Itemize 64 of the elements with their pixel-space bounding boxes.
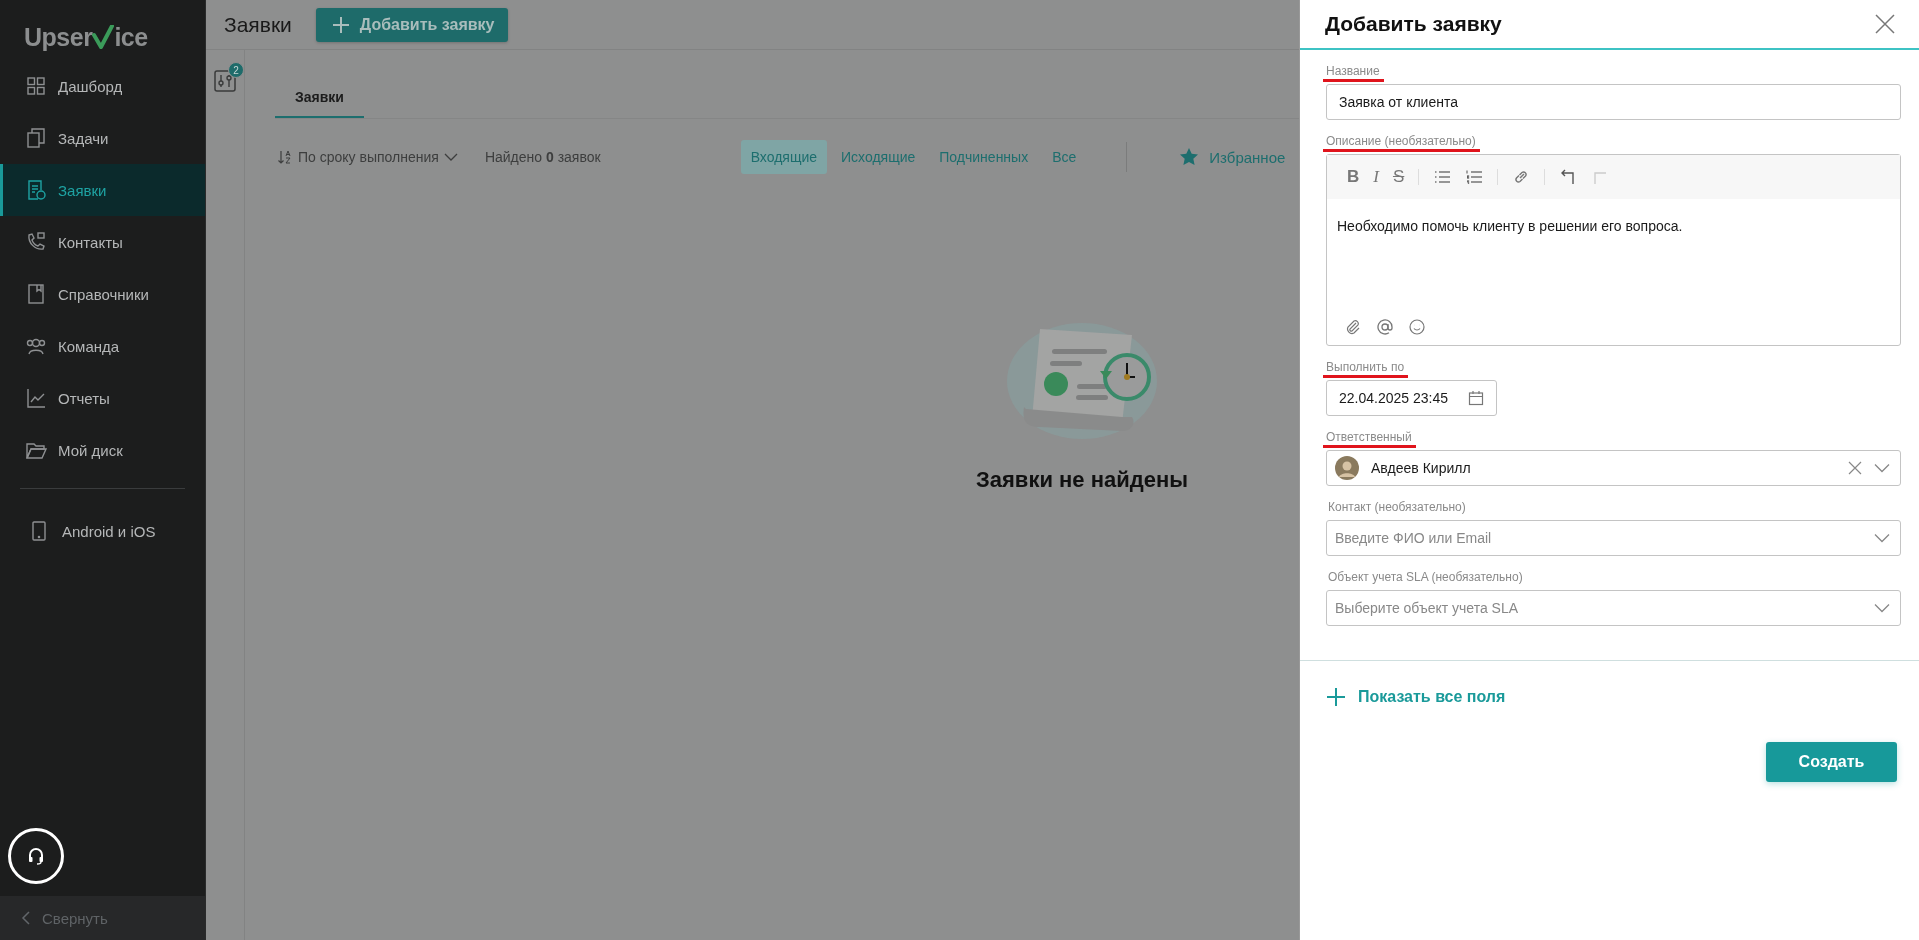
results-count: Найдено 0 заявок bbox=[484, 149, 601, 165]
plus-icon bbox=[1326, 687, 1346, 707]
date-field[interactable]: 22.04.2025 23:45 bbox=[1326, 380, 1497, 416]
headset-icon bbox=[26, 846, 46, 866]
show-all-fields-link[interactable]: Показать все поля bbox=[1326, 687, 1897, 707]
nav-item[interactable]: Дашборд bbox=[0, 60, 205, 112]
bullet-list-icon[interactable] bbox=[1433, 168, 1452, 186]
nav-item[interactable]: Команда bbox=[0, 320, 205, 372]
nav-item[interactable]: Задачи bbox=[0, 112, 205, 164]
nav-item[interactable]: Мой диск bbox=[0, 424, 205, 476]
field-label: Контакт (необязательно) bbox=[1327, 500, 1467, 515]
count-badge: 2 bbox=[228, 62, 244, 78]
check-icon bbox=[92, 25, 115, 49]
description-text: Необходимо помочь клиенту в решении его вопроса. bbox=[1336, 217, 1684, 236]
field-label: Выполнить по bbox=[1323, 360, 1409, 378]
chevron-down-icon bbox=[1874, 603, 1890, 613]
at-sign-icon[interactable] bbox=[1377, 319, 1393, 335]
calendar-icon bbox=[1468, 390, 1484, 406]
close-icon[interactable] bbox=[1875, 14, 1895, 34]
nav-item[interactable]: Контакты bbox=[0, 216, 205, 268]
page-title: Заявки bbox=[224, 12, 292, 37]
book-icon bbox=[25, 283, 47, 305]
description-editor[interactable]: B I S Необходимо помочь клиенту в решении его вопроса. bbox=[1326, 154, 1901, 346]
nav-item[interactable]: Отчеты bbox=[0, 372, 205, 424]
field-label: Ответственный bbox=[1323, 430, 1416, 448]
field-label: Название bbox=[1323, 64, 1384, 82]
field-label: Описание (необязательно) bbox=[1323, 134, 1480, 152]
star-icon bbox=[1179, 147, 1200, 167]
smiley-icon[interactable] bbox=[1409, 319, 1425, 335]
nav-item[interactable]: Android и iOS bbox=[0, 505, 205, 557]
select-field[interactable]: Введите ФИО или Email bbox=[1326, 520, 1901, 556]
phone-icon bbox=[25, 231, 47, 253]
logo-text: ice bbox=[114, 23, 148, 52]
plus-icon bbox=[331, 15, 350, 34]
empty-message: Заявки не найдены bbox=[976, 467, 1188, 493]
sort-icon bbox=[277, 149, 293, 165]
sort-dropdown[interactable]: По сроку выполнения bbox=[277, 149, 458, 165]
chevron-down-icon bbox=[443, 152, 458, 162]
filter-tab[interactable]: Входящие bbox=[740, 140, 828, 174]
nav-item[interactable]: Справочники bbox=[0, 268, 205, 320]
nav-item[interactable]: Заявки bbox=[0, 164, 205, 216]
add-request-button[interactable]: Добавить заявку bbox=[315, 7, 509, 42]
format-button[interactable]: I bbox=[1373, 167, 1379, 187]
create-button[interactable]: Создать bbox=[1766, 742, 1897, 782]
format-button[interactable]: B bbox=[1347, 167, 1360, 187]
collapse-button[interactable]: Свернуть bbox=[0, 896, 205, 940]
clear-icon[interactable] bbox=[1848, 461, 1862, 475]
paperclip-icon[interactable] bbox=[1345, 319, 1361, 335]
panel-title: Добавить заявку bbox=[1325, 12, 1502, 36]
select-field[interactable]: Выберите объект учета SLA bbox=[1326, 590, 1901, 626]
numbered-list-icon[interactable] bbox=[1465, 168, 1484, 186]
format-button[interactable]: S bbox=[1392, 167, 1405, 187]
chevron-left-icon bbox=[20, 910, 32, 926]
tab[interactable]: Заявки bbox=[275, 89, 364, 118]
chart-icon bbox=[25, 387, 47, 409]
chevron-down-icon bbox=[1874, 463, 1890, 473]
text-field[interactable]: Заявка от клиента bbox=[1326, 84, 1901, 120]
field-label: Объект учета SLA (необязательно) bbox=[1327, 570, 1524, 585]
assignee-select[interactable]: Авдеев Кирилл bbox=[1326, 450, 1901, 486]
chevron-down-icon bbox=[1874, 533, 1890, 543]
avatar-icon bbox=[1335, 456, 1359, 480]
grid-icon bbox=[25, 75, 47, 97]
logo-text: Upser bbox=[24, 23, 93, 52]
support-button[interactable] bbox=[8, 828, 64, 884]
